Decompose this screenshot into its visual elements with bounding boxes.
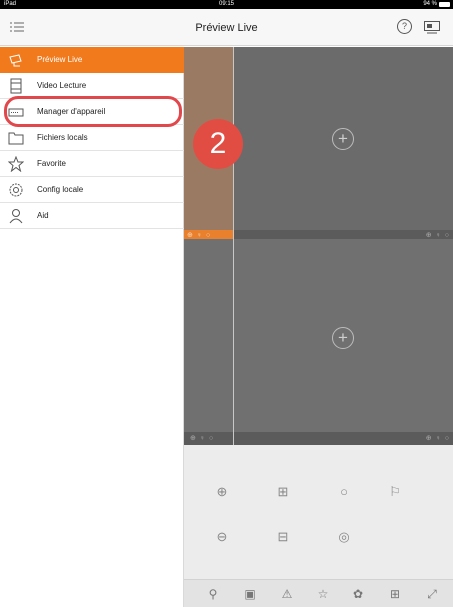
sidebar-item-label: Video Lecture [37,81,87,90]
sidebar-item-local-config[interactable]: Config locale [0,177,184,203]
screen-layout-icon[interactable] [424,21,440,34]
sidebar-item-local-files[interactable]: Fichiers locals [0,125,184,151]
cell-toolbar-icons: ⊕ ♀ ○ [187,232,212,239]
bottom-toolbar: ⚲ ▣ ⚠ ☆ ✿ ⊞ ⤢ [184,579,453,607]
help-icon[interactable]: ? [397,19,412,34]
microphone-icon[interactable]: ⚲ [205,586,221,602]
video-cell-toolbar: ⊕ ♀ ○ ⊕ ♀ ○ [184,432,453,445]
sidebar-item-favorite[interactable]: Favorite [0,151,184,177]
zoom-out-icon[interactable]: ⊖ [214,529,230,545]
star-icon [8,156,24,172]
cell-toolbar-icons: ⊕ ♀ ○ [425,232,450,239]
favorite-star-icon[interactable]: ☆ [315,586,331,602]
sidebar-item-preview-live[interactable]: Préview Live [0,47,184,73]
status-time: 09:15 [218,1,234,7]
sidebar-item-label: Fichiers locals [37,133,88,142]
ptz-panel: ⊕ ⊞ ○ ⚐ ⊖ ⊟ ◎ [184,445,453,579]
video-cell-toolbar: ⊕ ♀ ○ [184,230,233,239]
preset-flag-icon[interactable]: ⚐ [387,484,403,500]
fullscreen-icon[interactable]: ⤢ [424,586,440,602]
camera-icon [9,54,22,67]
iris-open-icon[interactable]: ○ [336,484,352,500]
sidebar-item-label: Favorite [37,159,66,168]
video-cell[interactable] [184,239,453,432]
cell-toolbar-icons: ⊕ ♀ ○ [425,435,450,442]
focus-far-icon[interactable]: ⊟ [275,529,291,545]
status-bar: iPad 09:15 94 % [0,0,453,9]
folder-icon [8,132,24,145]
sidebar-item-label: Préview Live [37,55,83,64]
iris-close-icon[interactable]: ◎ [336,529,352,545]
grid-divider [233,47,234,445]
sidebar-item-label: Aid [37,211,49,220]
video-cell-toolbar: ⊕ ♀ ○ [234,230,453,239]
step-badge: 2 [193,119,243,169]
zoom-in-icon[interactable]: ⊕ [214,484,230,500]
nav-bar: Préview Live ? [0,9,453,46]
add-camera-icon[interactable]: + [332,327,354,349]
person-icon [9,209,23,224]
device-manager-highlight [4,96,182,127]
battery-level: 94 % [423,1,437,7]
layout-grid-icon[interactable]: ⊞ [387,586,403,602]
sidebar-item-aid[interactable]: Aid [0,203,184,229]
sidebar-item-label: Config locale [37,185,84,194]
focus-near-icon[interactable]: ⊞ [275,484,291,500]
add-camera-icon[interactable]: + [332,128,354,150]
alarm-icon[interactable]: ⚠ [279,586,295,602]
film-icon [10,78,22,94]
page-title: Préview Live [195,22,258,34]
gear-icon [9,183,23,197]
cell-toolbar-icons: ⊕ ♀ ○ [190,435,215,442]
image-quality-icon[interactable]: ✿ [350,586,366,602]
battery-icon [439,2,450,7]
sidebar: Préview Live Video Lecture Manager d'app… [0,47,184,607]
screenshot-icon[interactable]: ▣ [242,586,258,602]
